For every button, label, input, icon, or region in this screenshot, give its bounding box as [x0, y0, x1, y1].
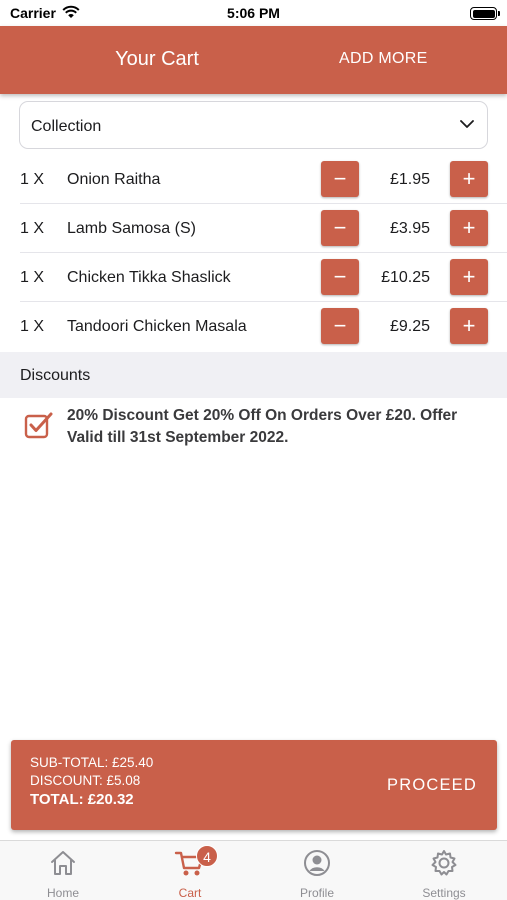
tab-settings[interactable]: Settings — [381, 841, 507, 900]
order-type-value: Collection — [31, 118, 102, 135]
add-more-button[interactable]: ADD MORE — [339, 50, 428, 68]
decrease-quantity-button[interactable]: − — [321, 308, 359, 344]
cart-list: 1 X Onion Raitha − £1.95 + 1 X Lamb Samo… — [0, 155, 507, 351]
discounts-section-header: Discounts — [0, 352, 507, 398]
status-time: 5:06 PM — [227, 5, 280, 21]
decrease-quantity-button[interactable]: − — [321, 259, 359, 295]
cart-item: 1 X Lamb Samosa (S) − £3.95 + — [0, 204, 507, 253]
increase-quantity-button[interactable]: + — [450, 259, 488, 295]
status-bar: Carrier 5:06 PM — [0, 0, 507, 26]
discount-amount-label: DISCOUNT: £5.08 — [30, 773, 141, 788]
discount-option[interactable]: 20% Discount Get 20% Off On Orders Over … — [0, 400, 507, 456]
tab-profile[interactable]: Profile — [254, 841, 380, 900]
proceed-button[interactable]: PROCEED — [387, 776, 477, 795]
item-price: £9.25 — [389, 318, 430, 335]
item-price: £10.25 — [381, 269, 430, 286]
discount-description: 20% Discount Get 20% Off On Orders Over … — [67, 407, 458, 446]
cart-count-badge: 4 — [196, 845, 218, 867]
item-quantity: 1 X — [20, 171, 45, 188]
checkout-summary: SUB-TOTAL: £25.40 DISCOUNT: £5.08 TOTAL:… — [11, 740, 497, 830]
item-name: Chicken Tikka Shaslick — [67, 269, 231, 286]
item-price: £1.95 — [389, 171, 430, 188]
order-type-select[interactable]: Collection — [19, 101, 488, 149]
checkbox-checked-icon[interactable] — [24, 411, 54, 444]
item-quantity: 1 X — [20, 269, 45, 286]
item-price: £3.95 — [389, 220, 430, 237]
page-title: Your Cart — [115, 48, 199, 70]
home-icon — [48, 848, 78, 883]
cart-item: 1 X Chicken Tikka Shaslick − £10.25 + — [0, 253, 507, 302]
cart-item: 1 X Tandoori Chicken Masala − £9.25 + — [0, 302, 507, 351]
discounts-heading: Discounts — [20, 367, 91, 384]
increase-quantity-button[interactable]: + — [450, 308, 488, 344]
item-quantity: 1 X — [20, 318, 45, 335]
nav-bar: Your Cart ADD MORE — [0, 26, 507, 94]
tab-home[interactable]: Home — [0, 841, 126, 900]
tab-label: Cart — [178, 886, 202, 900]
total-label: TOTAL: £20.32 — [30, 791, 134, 808]
increase-quantity-button[interactable]: + — [450, 161, 488, 197]
item-name: Tandoori Chicken Masala — [67, 318, 247, 335]
tab-cart[interactable]: 4 Cart — [127, 841, 253, 900]
gear-icon — [429, 848, 459, 883]
chevron-down-icon — [459, 116, 475, 137]
cart-item: 1 X Onion Raitha − £1.95 + — [0, 155, 507, 204]
profile-icon — [302, 848, 332, 883]
item-quantity: 1 X — [20, 220, 45, 237]
decrease-quantity-button[interactable]: − — [321, 161, 359, 197]
item-name: Onion Raitha — [67, 171, 161, 188]
item-name: Lamb Samosa (S) — [67, 220, 196, 237]
increase-quantity-button[interactable]: + — [450, 210, 488, 246]
tab-label: Home — [46, 886, 79, 900]
tab-bar: Home 4 Cart Profile Settings — [0, 840, 507, 900]
subtotal-label: SUB-TOTAL: £25.40 — [30, 755, 154, 770]
decrease-quantity-button[interactable]: − — [321, 210, 359, 246]
tab-label: Settings — [422, 886, 466, 900]
tab-label: Profile — [299, 886, 334, 900]
battery-icon — [470, 7, 500, 20]
